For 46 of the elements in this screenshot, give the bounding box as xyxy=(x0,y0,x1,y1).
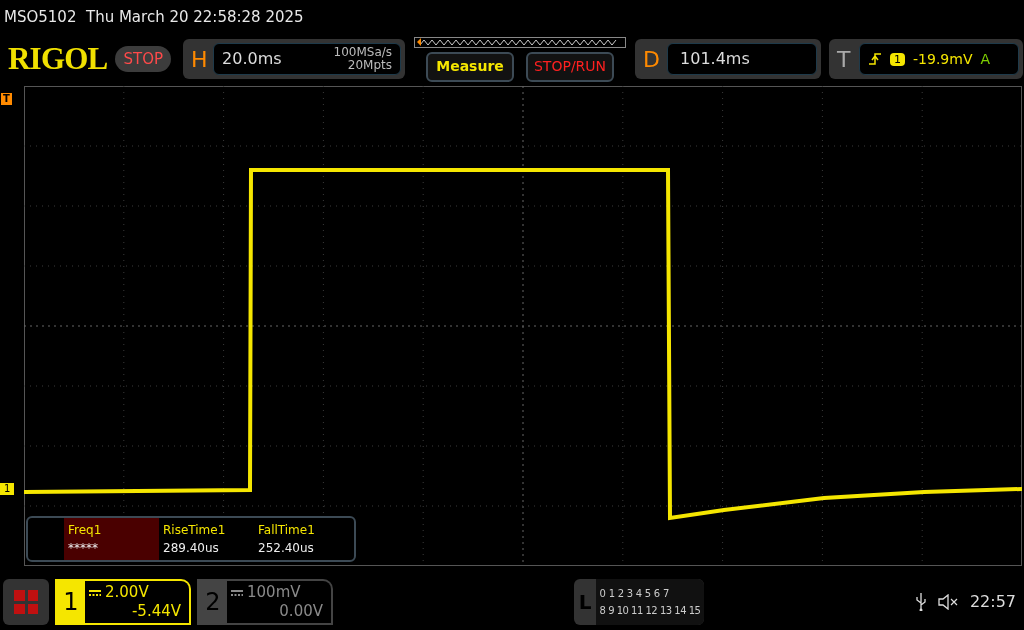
sample-rate: 100MSa/s xyxy=(333,46,393,59)
delay-panel[interactable]: D 101.4ms xyxy=(635,39,822,79)
rising-edge-icon xyxy=(868,52,883,66)
channel-offset: 0.00V xyxy=(279,602,323,621)
channel-number: 2 xyxy=(204,587,222,618)
delay-value: 101.4ms xyxy=(680,48,750,70)
trigger-level: -19.9mV xyxy=(913,49,973,69)
channel-offset: -5.44V xyxy=(131,602,181,621)
run-status: STOP xyxy=(115,45,172,73)
channel-number: 1 xyxy=(62,587,80,618)
memory-depth: 20Mpts xyxy=(347,59,393,72)
measurement-item[interactable]: RiseTime1 289.40us xyxy=(159,518,254,560)
measurement-item[interactable]: Freq1 ***** xyxy=(64,518,159,560)
measurement-value: 289.40us xyxy=(163,540,220,557)
trigger-position-marker: T xyxy=(1,93,12,105)
measurement-value: ***** xyxy=(68,540,99,557)
channel-panel[interactable]: 1 2.00V -5.44V xyxy=(55,579,191,625)
window-title: MSO5102 Thu March 20 22:58:28 2025 xyxy=(4,6,304,28)
stop-run-button[interactable]: STOP/RUN xyxy=(526,51,615,82)
trigger-mode: A xyxy=(980,49,991,69)
timebase-value: 20.0ms xyxy=(222,48,282,70)
menu-button[interactable] xyxy=(3,579,49,625)
measurement-item[interactable]: FallTime1 252.40us xyxy=(254,518,349,560)
horizontal-panel[interactable]: H 20.0ms 100MSa/s 20Mpts xyxy=(183,39,406,79)
dc-coupling-icon xyxy=(231,589,243,596)
delay-label: D xyxy=(643,45,661,74)
measurement-name: FallTime1 xyxy=(258,522,316,539)
trigger-label: T xyxy=(837,45,852,74)
dc-coupling-icon xyxy=(89,589,101,596)
usb-icon xyxy=(915,593,926,611)
status-time: 22:57 xyxy=(969,591,1016,613)
channel-panel[interactable]: 2 100mV 0.00V xyxy=(197,579,333,625)
speaker-muted-icon xyxy=(937,594,958,610)
measurement-name: RiseTime1 xyxy=(163,522,227,539)
measurement-name: Freq1 xyxy=(68,522,103,539)
channel-level-marker: 1 xyxy=(0,483,15,495)
channel-scale: 100mV xyxy=(247,583,301,602)
horizontal-label: H xyxy=(191,45,209,74)
measure-button[interactable]: Measure xyxy=(426,51,515,82)
logic-channels: 8 9 10 11 12 13 14 15 xyxy=(599,604,701,618)
trigger-source: 1 xyxy=(890,52,906,66)
trigger-panel[interactable]: T 1 -19.9mV A xyxy=(829,39,1024,79)
brand-logo: RIGOL xyxy=(8,39,108,78)
channel-scale: 2.00V xyxy=(105,583,149,602)
measurement-value: 252.40us xyxy=(258,540,315,557)
logic-channels: 0 1 2 3 4 5 6 7 xyxy=(599,587,670,601)
